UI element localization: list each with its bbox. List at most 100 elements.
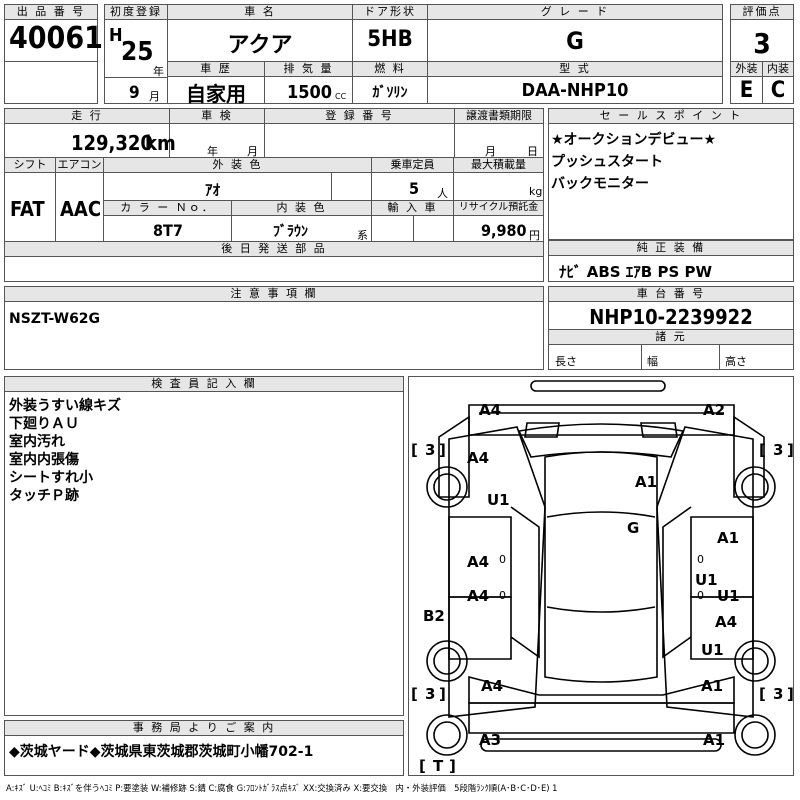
int-grade: C: [770, 78, 786, 103]
ext-color: ｱｵ: [205, 181, 221, 199]
mark-d3: 0: [697, 553, 704, 566]
sales-point-1: ★オークションデビュー★: [551, 132, 717, 148]
mark-a1-bumper: A1: [703, 731, 725, 749]
inspector-item-6: タッチＰ跡: [9, 488, 79, 504]
mark-d4: 0: [697, 589, 704, 602]
mark-a1-right-door: A1: [717, 529, 739, 547]
door-type: 5HB: [367, 27, 413, 52]
reg-no-label: 登 録 番 号: [264, 109, 454, 124]
svg-text:]: ]: [449, 757, 456, 775]
shift-label: シフト: [5, 158, 55, 173]
reg-year: 25: [121, 37, 154, 67]
model-cell: 型 式 DAA-NHP10: [427, 61, 723, 104]
cc-unit: CC: [335, 92, 347, 101]
history-cell: 車 歴 自家用: [167, 61, 265, 106]
color-no: 8T7: [153, 221, 183, 240]
ac: AAC: [60, 197, 102, 221]
notes: NSZT-W62G: [9, 311, 101, 327]
tire-rr: 3: [773, 685, 783, 703]
mark-a4-left-door2: A4: [467, 587, 489, 605]
capacity: 5: [409, 179, 420, 198]
door-cell: ドア形状 5HB: [352, 4, 428, 62]
length-label: 長さ: [555, 355, 577, 368]
sales-points-box: セ ー ル ス ポ イ ン ト ★オークションデビュー★ プッシュスタート バッ…: [548, 108, 794, 240]
chassis-number: NHP10-2239922: [589, 305, 753, 329]
displacement: 1500: [287, 82, 333, 103]
svg-text:]: ]: [787, 685, 793, 703]
mark-g-windshield: G: [627, 519, 639, 537]
score-label: 評価点: [731, 5, 793, 20]
history: 自家用: [186, 82, 246, 106]
recycle: 9,980: [481, 221, 527, 240]
mark-u1-left: U1: [487, 491, 510, 509]
svg-text:[: [: [419, 757, 426, 775]
office-box: 事 務 局 よ り ご 案 内 ◆茨城ヤード◆茨城県東茨城郡茨城町小幡702-1: [4, 720, 404, 776]
int-color: ﾌﾞﾗｳﾝ: [273, 224, 308, 240]
inspector-label: 検 査 員 記 入 欄: [5, 377, 403, 392]
notes-box: 注 意 事 項 欄 NSZT-W62G: [4, 286, 544, 370]
grade-cell: グ レ ー ド G: [427, 4, 723, 62]
mark-a4-fender-left: A4: [467, 449, 489, 467]
chassis-box: 車 台 番 号 NHP10-2239922 諸 元 長さ 幅 高さ: [548, 286, 794, 370]
lot-cell: 出 品 番 号 40061: [4, 4, 103, 62]
capacity-label: 乗車定員: [371, 158, 453, 173]
model: DAA-NHP10: [521, 80, 629, 101]
tire-rl: 3: [425, 685, 435, 703]
int-color-label: 内 装 色: [231, 201, 371, 216]
door-label: ドア形状: [353, 5, 427, 20]
import-label: 輸 入 車: [371, 201, 453, 216]
inspector-item-5: シートすれ小: [9, 470, 93, 486]
notes-label: 注 意 事 項 欄: [5, 287, 543, 302]
inspector-item-4: 室内内張傷: [9, 452, 79, 468]
fuel-cell: 燃 料 ｶﾞｿﾘﾝ: [352, 61, 428, 104]
mark-a4-rear-left: A4: [481, 677, 503, 695]
int-label: 内装: [763, 62, 793, 77]
office-label: 事 務 局 よ り ご 案 内: [5, 721, 403, 736]
legend: A:ｷｽﾞ U:ﾍｺﾐ B:ｷｽﾞを伴うﾍｺﾐ P:要塗装 W:補修跡 S:錆 …: [6, 783, 558, 793]
equipment-box: 純 正 装 備 ﾅﾋﾞ ABS ｴｱB PS PW: [548, 240, 794, 282]
inspector-box: 検 査 員 記 入 欄 外装うすい線キズ 下廻りＡＵ 室内汚れ 室内内張傷 シー…: [4, 376, 404, 716]
svg-text:]: ]: [787, 441, 793, 459]
equipment-label: 純 正 装 備: [549, 241, 793, 256]
score-cell: 評価点 3: [730, 4, 794, 62]
svg-text:]: ]: [439, 441, 446, 459]
color-no-label: カ ラ ー Ｎｏ．: [103, 201, 231, 216]
office-address: ◆茨城ヤード◆茨城県東茨城郡茨城町小幡702-1: [9, 744, 314, 760]
reg-month: 9: [129, 83, 140, 103]
grade-label: グ レ ー ド: [428, 5, 722, 20]
sales-point-2: プッシュスタート: [551, 154, 663, 170]
car-name: アクア: [227, 33, 293, 58]
car-diagram: A4 A2 A4 U1 A1 G A1 U1 U1 A4 U1 A4 A4 B2…: [411, 380, 793, 775]
grade: G: [566, 27, 584, 55]
ext-cell: 外装 E: [730, 61, 763, 104]
history-label: 車 歴: [168, 62, 264, 77]
load-label: 最大積載量: [453, 158, 543, 173]
mark-a2-front-right: A2: [703, 401, 725, 419]
ext-grade: E: [739, 78, 754, 103]
mileage: 129,320: [71, 131, 153, 155]
recycle-label: リサイクル預託金: [453, 201, 543, 216]
capacity-unit: 人: [437, 187, 448, 200]
car-diagram-box: A4 A2 A4 U1 A1 G A1 U1 U1 A4 U1 A4 A4 B2…: [408, 376, 794, 776]
transfer-label: 譲渡書類期限: [454, 109, 543, 124]
inspector-item-2: 下廻りＡＵ: [9, 416, 79, 432]
inspector-item-3: 室内汚れ: [9, 434, 65, 450]
first-reg-cell: 初度登録 H 25 年 9 月: [104, 4, 168, 104]
month-unit: 月: [149, 90, 160, 103]
lot-number: 40061: [9, 21, 103, 56]
tire-fl: 3: [425, 441, 435, 459]
mark-d1: 0: [499, 553, 506, 566]
svg-text:[: [: [759, 441, 766, 459]
name-label: 車 名: [168, 5, 352, 20]
chassis-label: 車 台 番 号: [549, 287, 793, 302]
color-label: 外 装 色: [103, 158, 371, 173]
svg-text:]: ]: [439, 685, 446, 703]
svg-text:[: [: [759, 685, 766, 703]
fuel-label: 燃 料: [353, 62, 427, 77]
ac-label: エアコン: [55, 158, 103, 173]
svg-text:[: [: [411, 441, 418, 459]
equipment: ﾅﾋﾞ ABS ｴｱB PS PW: [559, 263, 713, 281]
height-label: 高さ: [725, 355, 747, 368]
sales-point-3: バックモニター: [551, 176, 649, 192]
mark-a4-front-left: A4: [479, 401, 501, 419]
